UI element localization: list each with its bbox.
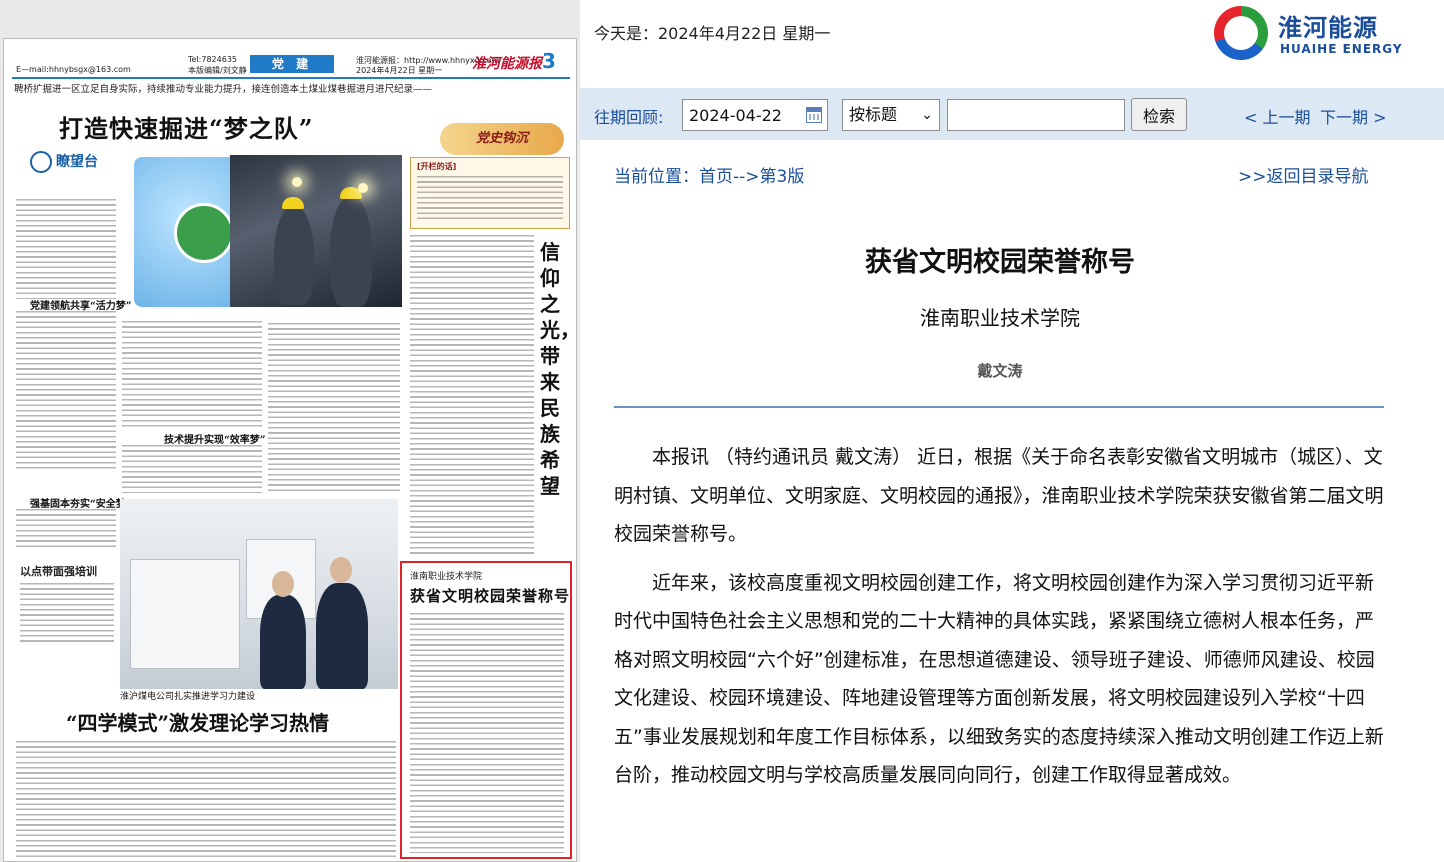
prev-issue-link[interactable]: < 上一期 [1244, 104, 1311, 128]
top-bar: 今天是：2024年4月22日 星期一 淮河能源 HUAIHE ENERGY [580, 0, 1444, 62]
article-title: 获省文明校园荣誉称号 [865, 247, 1135, 278]
training-title: 以点带面强培训 [20, 565, 97, 578]
infographic-circle [174, 203, 234, 263]
brand-logo: 淮河能源 HUAIHE ENERGY [1214, 4, 1414, 60]
search-mode-value: 按标题 [849, 105, 898, 124]
text-col [16, 741, 396, 857]
paper-sidebar-intro: [开栏的话] [410, 157, 570, 229]
paper-header-rule [12, 77, 570, 79]
text-col [16, 509, 116, 549]
calendar-icon[interactable] [806, 107, 822, 123]
back-to-index-link[interactable]: >>返回目录导航 [1238, 162, 1369, 187]
article-paragraph: 近年来，该校高度重视文明校园创建工作，将文明校园创建作为深入学习贯彻习近平新时代… [614, 571, 1384, 787]
paper-logo: 淮河能源报 [472, 56, 542, 72]
paper-lead-text: 聘桥扩掘进一区立足自身实际，持续推动专业能力提升，接连创造本土煤业煤巷掘进月进尺… [14, 84, 433, 95]
paper-subhead: 强基固本夯实“安全梦” [30, 499, 132, 510]
paper-vertical-title[interactable]: 信仰之光，带来民族希望 [540, 239, 576, 499]
sidebar-tag: [开栏的话] [417, 162, 457, 171]
text-col [16, 199, 116, 299]
paper-photo-miners [230, 155, 402, 307]
highlight-text [410, 613, 564, 853]
text-col [20, 583, 114, 643]
brand-mark-icon [1214, 6, 1268, 60]
search-button[interactable]: 检索 [1131, 98, 1187, 131]
highlight-source: 淮南职业技术学院 [410, 572, 483, 582]
newspaper-page[interactable]: E—mail:hhnybsgx@163.com Tel:7824635 本版编辑… [3, 38, 577, 862]
paper-subhead: 党建领航共享“活力梦” [30, 301, 132, 312]
paper-highlighted-article[interactable]: 淮南职业技术学院 获省文明校园荣誉称号 [400, 561, 572, 859]
paper-history-logo: 党史钩沉 [440, 123, 564, 155]
article-paragraph: 本报讯 （特约通讯员 戴文涛） 近日，根据《关于命名表彰安徽省文明城市（城区）、… [614, 446, 1384, 545]
text-col [410, 235, 534, 555]
paper-headline-1[interactable]: 打造快速掘进“梦之队” [59, 109, 314, 144]
paper-headline-2[interactable]: “四学模式”激发理论学习热情 [66, 707, 329, 736]
paper-column-name: 瞭望台 [56, 154, 98, 170]
paper-infographic [134, 157, 244, 307]
article-body: 本报讯 （特约通讯员 戴文涛） 近日，根据《关于命名表彰安徽省文明城市（城区）、… [614, 438, 1384, 805]
paper-subhead: 技术提升实现“效率梦” [164, 435, 266, 446]
paper-section-label: 党 建 [250, 55, 334, 73]
article-divider [614, 406, 1384, 408]
past-issues-label: 往期回顾: [594, 108, 664, 127]
paper-tel: Tel:7824635 [188, 55, 237, 64]
paper-caption-2: 淮沪煤电公司扎实推进学习力建设 [120, 692, 256, 702]
search-mode-select[interactable]: 按标题 ⌄ [842, 99, 940, 131]
keyword-input[interactable] [947, 99, 1125, 131]
paper-training-box: 以点带面强培训 [20, 563, 116, 647]
next-issue-link[interactable]: 下一期 > [1320, 104, 1387, 128]
paper-date: 2024年4月22日 星期一 [356, 66, 443, 75]
globe-icon [30, 151, 52, 173]
highlight-title: 获省文明校园荣誉称号 [410, 587, 571, 605]
brand-name-cn: 淮河能源 [1278, 14, 1378, 42]
article-author: 戴文涛 [977, 362, 1023, 380]
brand-name-en: HUAIHE ENERGY [1280, 42, 1403, 56]
search-bar: 往期回顾: 按标题 ⌄ 检索 < 上一期 下一期 > [580, 88, 1444, 140]
newspaper-pane: E—mail:hhnybsgx@163.com Tel:7824635 本版编辑… [0, 0, 580, 862]
paper-email: E—mail:hhnybsgx@163.com [16, 65, 131, 74]
text-col [16, 311, 116, 471]
sidebar-text [417, 176, 563, 222]
paper-column-title: 瞭望台 [30, 151, 98, 173]
chevron-down-icon: ⌄ [921, 107, 933, 123]
text-col [122, 445, 262, 493]
paper-page-number: 3 [542, 49, 556, 73]
today-date: 今天是：2024年4月22日 星期一 [594, 24, 831, 43]
paper-editor: 本版编辑/刘文静 [188, 66, 247, 75]
breadcrumb[interactable]: 当前位置：首页-->第3版 [614, 162, 804, 187]
paper-photo-workshop [120, 499, 398, 689]
text-col [268, 323, 400, 493]
text-col [122, 321, 262, 429]
article-subtitle: 淮南职业技术学院 [920, 306, 1080, 330]
